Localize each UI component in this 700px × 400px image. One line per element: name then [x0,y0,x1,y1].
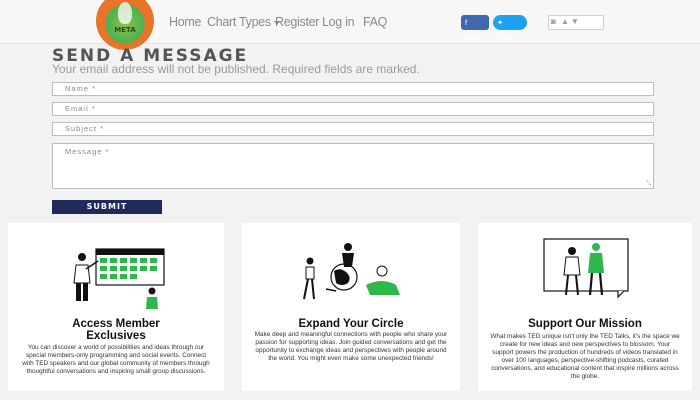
nav-home[interactable]: Home [169,15,201,29]
card-expand-circle: Expand Your Circle Make deep and meaning… [242,223,460,391]
name-field[interactable]: Name * [52,82,654,96]
nav-login[interactable]: Log in [322,15,355,29]
card-description: Make deep and meaningful connections wit… [254,331,448,362]
message-textarea[interactable]: Message * ⤡ [52,143,654,189]
facebook-share-label: Share [465,33,486,42]
subject-field[interactable]: Subject * [52,122,654,136]
name-placeholder: Name * [65,84,97,93]
nav-chart-types-label: Chart Types [207,15,271,29]
submit-button[interactable]: SUBMIT [52,200,162,214]
card-title: Expand Your Circle [298,318,404,330]
facebook-share-button[interactable]: f Share [461,15,489,42]
resize-handle-icon[interactable]: ⤡ [646,181,651,188]
vote-logo-icon: ◙ [551,17,556,26]
card-title: Support Our Mission [528,318,642,330]
card-title-line1: Access Member [72,318,160,330]
twitter-tweet-button[interactable]: ✦ Tweet [493,15,527,42]
card-support-mission: Support Our Mission What makes TED uniqu… [478,223,692,391]
card-description: What makes TED unique isn't only the TED… [490,333,680,380]
calendar-people-icon [73,248,165,309]
vote-widget[interactable]: ◙ ▲ ▼ [548,15,604,30]
twitter-tweet-label: Tweet [497,33,518,42]
nav-register[interactable]: Register [275,15,319,29]
facebook-icon: f [465,18,468,27]
upvote-arrow-icon[interactable]: ▲ [561,17,569,26]
logo-flame-icon [118,2,132,24]
email-field[interactable]: Email * [52,102,654,116]
message-placeholder: Message * [65,147,110,156]
top-navbar: META Home Chart Types Register Log in FA… [0,0,700,50]
downvote-arrow-icon[interactable]: ▼ [571,17,579,26]
site-logo[interactable]: META [96,0,154,50]
globe-people-icon [303,243,400,300]
nav-chart-types[interactable]: Chart Types [207,15,280,29]
card-title: Access Member Exclusives [8,318,224,342]
email-placeholder: Email * [65,104,96,113]
form-subtitle: Your email address will not be published… [52,62,420,76]
card-member-exclusives: Access Member Exclusives You can discover… [8,223,224,391]
people-frame-icon [543,238,629,299]
card-title-line2: Exclusives [86,330,146,342]
nav-faq[interactable]: FAQ [363,15,387,29]
card-description: You can discover a world of possibilitie… [22,344,210,375]
subject-placeholder: Subject * [65,124,105,133]
twitter-icon: ✦ [497,18,504,27]
logo-text: META [114,26,136,34]
